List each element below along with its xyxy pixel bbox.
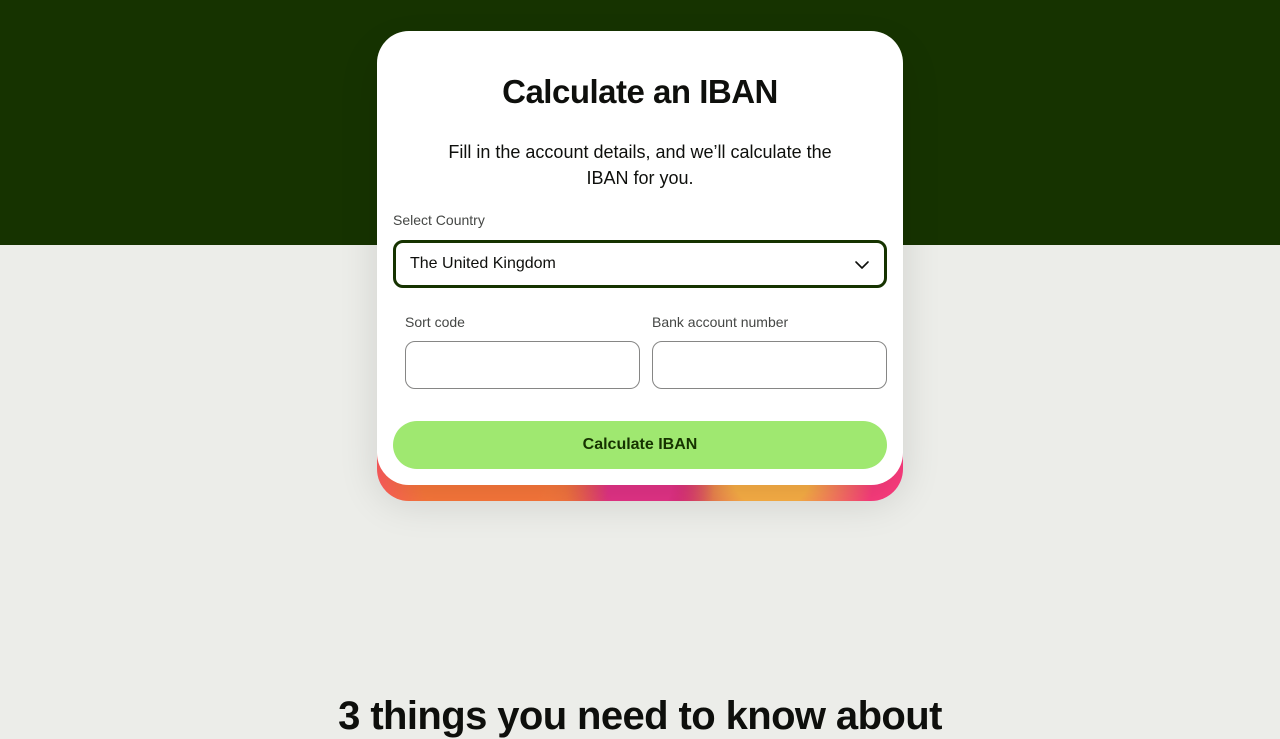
country-select-value: The United Kingdom: [410, 255, 556, 272]
card-title: Calculate an IBAN: [502, 73, 778, 110]
sort-code-input[interactable]: [405, 341, 640, 389]
account-number-input[interactable]: [652, 341, 887, 389]
iban-calculator-card-wrapper: Calculate an IBAN Fill in the account de…: [377, 31, 903, 501]
chevron-down-icon: [855, 261, 869, 269]
iban-calculator-card: Calculate an IBAN Fill in the account de…: [377, 31, 903, 485]
section-heading: 3 things you need to know about: [338, 694, 942, 738]
account-number-label: Bank account number: [652, 314, 789, 330]
country-select[interactable]: The United Kingdom: [393, 240, 887, 288]
card-subtitle: Fill in the account details, and we’ll c…: [448, 142, 832, 188]
calculate-iban-button[interactable]: Calculate IBAN: [393, 421, 887, 469]
country-select-label: Select Country: [393, 212, 485, 228]
sort-code-label: Sort code: [405, 314, 465, 330]
